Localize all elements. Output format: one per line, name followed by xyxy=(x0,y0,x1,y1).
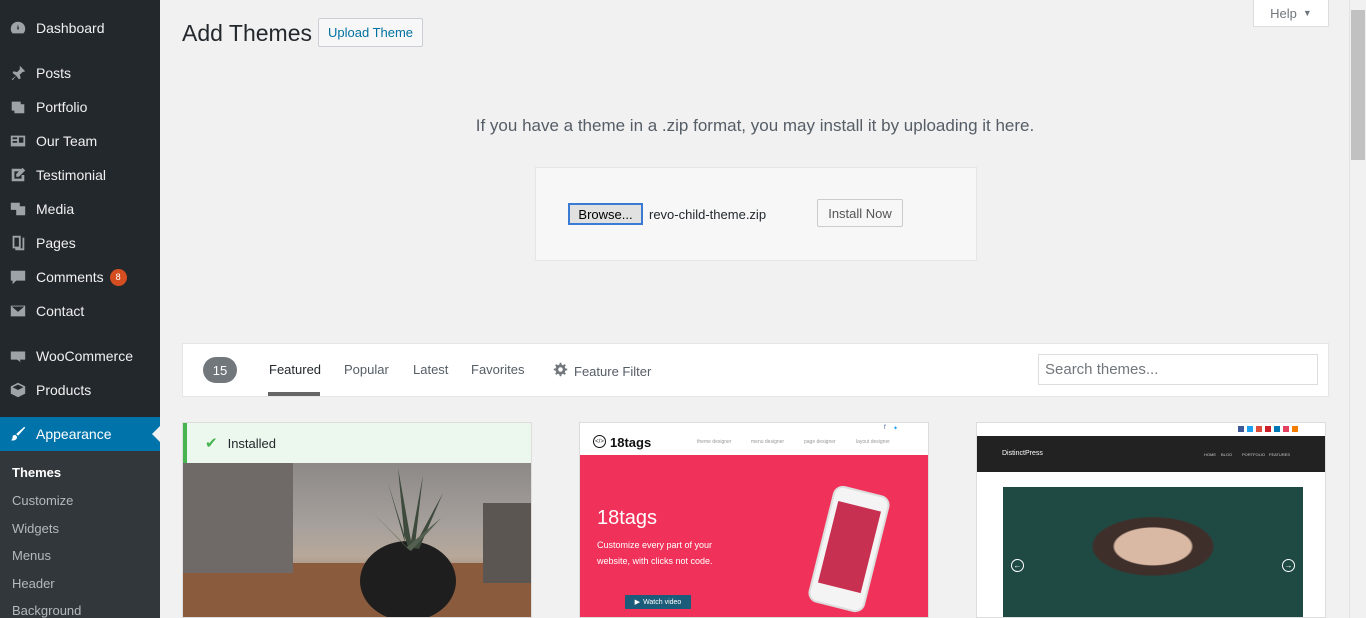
plant-pot-image xyxy=(183,463,531,617)
linkedin-icon xyxy=(1274,426,1280,432)
preview-nav-item: layout designer xyxy=(856,439,890,445)
theme-count-badge: 15 xyxy=(203,357,237,383)
submenu-background[interactable]: Background xyxy=(12,603,81,618)
tab-featured[interactable]: Featured xyxy=(269,362,321,377)
pages-icon xyxy=(0,234,36,252)
media-icon xyxy=(0,200,36,218)
sidebar-item-our-team[interactable]: Our Team xyxy=(0,124,160,158)
mail-icon xyxy=(0,302,36,320)
preview-nav-item: HOME xyxy=(1204,452,1216,457)
preview-nav-item: menu designer xyxy=(751,439,785,445)
theme-screenshot xyxy=(183,463,531,617)
sidebar-item-testimonial[interactable]: Testimonial xyxy=(0,158,160,192)
comments-count-badge: 8 xyxy=(109,268,127,286)
browse-button[interactable]: Browse... xyxy=(568,203,643,225)
upload-theme-button[interactable]: Upload Theme xyxy=(318,18,424,47)
sidebar-item-woocommerce[interactable]: WooCommerce xyxy=(0,339,160,373)
sidebar-item-appearance[interactable]: Appearance xyxy=(0,417,160,451)
sidebar-item-products[interactable]: Products xyxy=(0,373,160,407)
caret-down-icon: ▼ xyxy=(1302,8,1312,18)
hero-subtitle: website, with clicks not code. xyxy=(597,556,713,566)
pin-icon xyxy=(0,64,36,82)
selected-file-name: revo-child-theme.zip xyxy=(649,207,767,222)
upload-description: If you have a theme in a .zip format, yo… xyxy=(475,116,1035,135)
sidebar-item-posts[interactable]: Posts xyxy=(0,56,160,90)
play-icon: ▶ xyxy=(634,599,641,606)
sidebar-item-media[interactable]: Media xyxy=(0,192,160,226)
installed-label: Installed xyxy=(227,435,276,451)
preview-nav-item: page designer xyxy=(804,439,836,445)
arrow-right-icon: → xyxy=(1282,559,1295,572)
theme-logo: 18tags xyxy=(610,435,652,450)
tab-latest[interactable]: Latest xyxy=(413,362,448,377)
checkmark-icon: ✔ xyxy=(205,435,218,452)
submenu-menus[interactable]: Menus xyxy=(12,548,51,563)
submenu-header[interactable]: Header xyxy=(12,576,55,591)
watch-video-button: ▶ Watch video xyxy=(625,595,691,609)
woo-icon xyxy=(0,347,36,365)
submenu-customize[interactable]: Customize xyxy=(12,493,73,508)
tab-popular[interactable]: Popular xyxy=(344,362,389,377)
watch-video-label: Watch video xyxy=(643,598,682,606)
help-tab-button[interactable]: Help ▼ xyxy=(1253,0,1329,27)
google-plus-icon xyxy=(1256,426,1262,432)
theme-logo: DistinctPress xyxy=(1002,450,1043,457)
twitter-icon: ✦ xyxy=(893,426,899,432)
twitter-icon xyxy=(1247,426,1253,432)
arrow-left-icon: ← xyxy=(1011,559,1024,572)
theme-card-installed[interactable]: ✔ Installed xyxy=(182,422,532,618)
hero-subtitle: Customize every part of your xyxy=(597,540,713,550)
submenu-widgets[interactable]: Widgets xyxy=(12,521,59,536)
appearance-submenu: Themes Customize Widgets Menus Header Ba… xyxy=(0,451,160,618)
gear-icon xyxy=(553,362,568,380)
code-icon: </> xyxy=(593,435,606,448)
comments-icon xyxy=(0,268,36,286)
install-now-button[interactable]: Install Now xyxy=(817,199,903,227)
theme-screenshot xyxy=(1003,487,1303,617)
pinterest-icon xyxy=(1265,426,1271,432)
sidebar-item-comments[interactable]: Comments 8 xyxy=(0,260,160,294)
help-label: Help xyxy=(1270,5,1297,21)
search-themes-input[interactable] xyxy=(1038,354,1318,385)
products-icon xyxy=(0,381,36,399)
active-tab-indicator xyxy=(268,392,320,396)
admin-sidebar: Dashboard Posts Portfolio Our Team Testi… xyxy=(0,0,160,618)
submenu-themes[interactable]: Themes xyxy=(12,465,61,480)
sidebar-item-portfolio[interactable]: Portfolio xyxy=(0,90,160,124)
sidebar-item-pages[interactable]: Pages xyxy=(0,226,160,260)
portfolio-icon xyxy=(0,98,36,116)
installed-notice: ✔ Installed xyxy=(183,423,531,463)
rss-icon xyxy=(1292,426,1298,432)
theme-card-18tags[interactable]: f ✦ </> 18tags theme designer menu desig… xyxy=(579,422,929,618)
team-icon xyxy=(0,132,36,150)
dashboard-icon xyxy=(0,19,36,37)
brush-icon xyxy=(0,425,36,443)
page-title: Add Themes xyxy=(182,20,312,46)
tab-favorites[interactable]: Favorites xyxy=(471,362,524,377)
hero-title: 18tags xyxy=(597,507,658,529)
feature-filter-button[interactable]: Feature Filter xyxy=(553,362,651,380)
theme-card-distinctpress[interactable]: DistinctPress HOME BLOG PORTFOLIO FEATUR… xyxy=(976,422,1326,618)
facebook-icon xyxy=(1238,426,1244,432)
preview-nav-item: BLOG xyxy=(1221,452,1233,457)
instagram-icon xyxy=(1283,426,1289,432)
preview-nav-item: PORTFOLIO xyxy=(1242,452,1266,457)
sidebar-item-contact[interactable]: Contact xyxy=(0,294,160,328)
edit-icon xyxy=(0,166,36,184)
preview-nav-item: theme designer xyxy=(697,439,732,445)
preview-nav-item: FEATURES xyxy=(1269,452,1291,457)
feature-filter-label: Feature Filter xyxy=(574,363,652,379)
facebook-icon: f xyxy=(884,425,886,431)
scrollbar-thumb[interactable] xyxy=(1351,10,1365,160)
sidebar-item-dashboard[interactable]: Dashboard xyxy=(0,11,160,45)
